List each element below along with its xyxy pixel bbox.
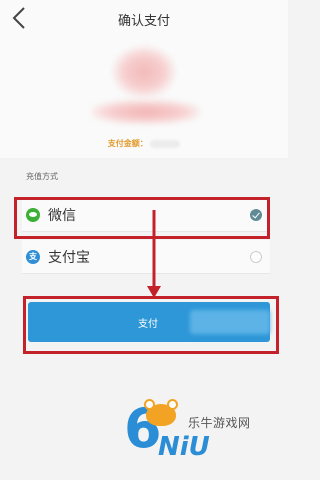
header-bar: 确认支付 — [0, 0, 288, 38]
payment-option-alipay[interactable]: 支 支付宝 — [22, 240, 270, 274]
payment-method-header: 充值方式 — [26, 172, 58, 181]
alipay-icon: 支 — [26, 250, 40, 264]
radio-unchecked-icon[interactable] — [250, 251, 262, 263]
payment-option-label: 微信 — [48, 208, 76, 224]
merchant-panel: 支付金额： — [0, 38, 288, 158]
watermark-site-name: 乐牛游戏网 — [188, 416, 251, 430]
amount-value-blurred — [150, 139, 181, 148]
pay-amount-blurred — [190, 310, 270, 334]
radio-checked-icon[interactable] — [250, 209, 262, 221]
amount-row: 支付金额： — [0, 138, 288, 149]
pay-button-label: 支付 — [138, 319, 158, 330]
watermark-logo: 6 NiU 乐牛游戏网 — [124, 399, 284, 472]
merchant-name-blurred — [92, 100, 200, 124]
wechat-icon — [26, 208, 40, 222]
pay-button[interactable]: 支付 — [28, 302, 270, 342]
page-title: 确认支付 — [117, 14, 170, 29]
amount-label: 支付金额： — [107, 139, 148, 148]
payment-option-label: 支付宝 — [48, 250, 90, 266]
cow-mascot-icon — [144, 399, 178, 426]
watermark-latin: NiU — [158, 432, 210, 462]
merchant-avatar-blurred — [112, 46, 176, 98]
payment-option-wechat[interactable]: 微信 — [22, 198, 270, 232]
